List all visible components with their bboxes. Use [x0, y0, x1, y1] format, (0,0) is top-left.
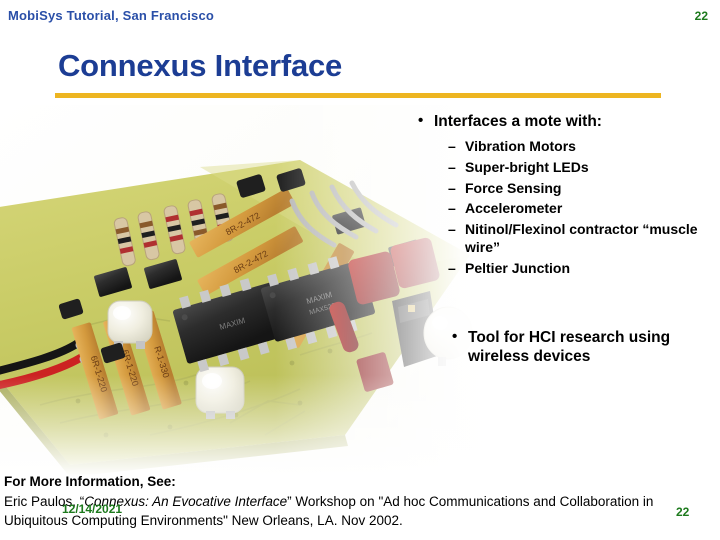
bullet-item-interfaces: • Interfaces a mote with: [418, 112, 718, 131]
dash-marker-icon: – [448, 179, 456, 196]
bullet-text: Tool for HCI research using wireless dev… [468, 329, 671, 366]
sub-bullet-text: Vibration Motors [465, 138, 576, 155]
led-lower [195, 366, 245, 419]
dash-marker-icon: – [448, 158, 456, 175]
sub-bullet-force-sensing: – Force Sensing [418, 179, 718, 198]
slide-header-label: MobiSys Tutorial, San Francisco [8, 8, 215, 23]
sub-bullet-text: Peltier Junction [465, 260, 571, 277]
presentation-slide: MobiSys Tutorial, San Francisco 22 Conne… [0, 0, 720, 540]
header-page-number: 22 [694, 9, 708, 23]
bullet-sublist: – Vibration Motors – Super-bright LEDs –… [418, 137, 718, 277]
bullet-marker-icon: • [452, 328, 458, 345]
sub-bullet-text: Super-bright LEDs [465, 158, 589, 175]
sub-bullet-text: Force Sensing [465, 179, 562, 196]
footer-date: 12/14/2021 [62, 502, 123, 516]
sub-bullet-peltier-junction: – Peltier Junction [418, 259, 718, 278]
dash-marker-icon: – [448, 260, 456, 277]
led-upper [107, 300, 153, 349]
slide-title: Connexus Interface [58, 48, 343, 83]
sub-bullet-vibration-motors: – Vibration Motors [418, 137, 718, 156]
sub-bullet-text: Accelerometer [465, 200, 563, 217]
bullet-text: Interfaces a mote with: [434, 113, 602, 130]
dash-marker-icon: – [448, 220, 456, 237]
sub-bullet-super-bright-leds: – Super-bright LEDs [418, 158, 718, 177]
bullet-list-primary: • Interfaces a mote with: – Vibration Mo… [418, 112, 718, 280]
footer-block: For More Information, See: Eric Paulos, … [4, 472, 716, 530]
footer-heading: For More Information, See: [4, 474, 176, 489]
bullet-list-secondary: • Tool for HCI research using wireless d… [452, 328, 720, 373]
dash-marker-icon: – [448, 138, 456, 155]
title-divider-rule [55, 93, 661, 98]
sub-bullet-accelerometer: – Accelerometer [418, 199, 718, 218]
bullet-item-hci-tool: • Tool for HCI research using wireless d… [452, 328, 720, 367]
bullet-marker-icon: • [418, 112, 424, 129]
sub-bullet-nitinol-flexinol: – Nitinol/Flexinol contractor “muscle wi… [418, 220, 718, 257]
dash-marker-icon: – [448, 200, 456, 217]
footer-page-number: 22 [676, 505, 690, 519]
sub-bullet-text: Nitinol/Flexinol contractor “muscle wire… [465, 220, 698, 256]
